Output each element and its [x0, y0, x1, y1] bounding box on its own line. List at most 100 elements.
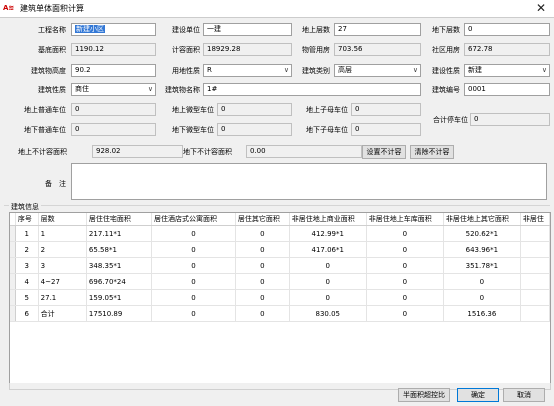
height-label: 建筑物高度 [31, 67, 66, 75]
table-cell[interactable]: 0 [235, 257, 290, 274]
table-cell[interactable]: 417.06*1 [289, 241, 367, 258]
table-cell[interactable]: 696.70*24 [86, 273, 153, 290]
column-header[interactable]: 非居住地上其它面积 [443, 213, 521, 226]
height-input[interactable]: 90.2 [71, 64, 156, 77]
table-cell[interactable]: 0 [366, 225, 444, 242]
table-cell[interactable]: 0 [366, 241, 444, 258]
below-floors-label: 地下层数 [432, 26, 460, 34]
table-row[interactable]: 5 27.1 159.05*1 0 0 0 0 0 [10, 289, 550, 306]
above-normal-park-field: 0 [71, 103, 156, 116]
table-cell[interactable]: 4~27 [38, 273, 87, 290]
column-header[interactable]: 序号 [15, 213, 39, 226]
column-header[interactable]: 居住住宅面积 [86, 213, 153, 226]
building-name-input[interactable]: 1# [203, 83, 421, 96]
table-cell[interactable]: 0 [366, 257, 444, 274]
table-cell[interactable]: 0 [366, 273, 444, 290]
plot-area-field: 18929.28 [203, 43, 292, 56]
building-nature-select[interactable]: 商住 ∨ [71, 83, 156, 96]
table-row[interactable]: 4 4~27 696.70*24 0 0 0 0 0 [10, 273, 550, 290]
table-cell[interactable] [520, 257, 550, 274]
table-cell[interactable]: 0 [151, 289, 236, 306]
table-cell[interactable]: 17510.89 [86, 305, 153, 322]
table-cell[interactable]: 0 [235, 225, 290, 242]
clear-noncount-button[interactable]: 清除不计容 [410, 145, 454, 159]
table-cell[interactable]: 0 [289, 273, 367, 290]
table-cell[interactable]: 6 [15, 305, 39, 322]
table-cell[interactable]: 159.05*1 [86, 289, 153, 306]
building-info-grid[interactable]: 序号 层数 居住住宅面积 居住酒店式公寓面积 居住其它面积 非居住地上商业面积 … [9, 212, 551, 384]
construction-select[interactable]: 新建 ∨ [464, 64, 550, 77]
column-header[interactable]: 居住其它面积 [235, 213, 290, 226]
table-cell[interactable]: 3 [38, 257, 87, 274]
builder-input[interactable]: 一建 [203, 23, 292, 36]
cancel-button[interactable]: 取消 [503, 388, 545, 402]
table-cell[interactable]: 0 [235, 273, 290, 290]
table-cell[interactable]: 1 [38, 225, 87, 242]
community-room-field: 672.78 [464, 43, 550, 56]
table-cell[interactable] [520, 241, 550, 258]
table-cell[interactable]: 217.11*1 [86, 225, 153, 242]
table-row[interactable]: 3 3 348.35*1 0 0 0 0 351.78*1 [10, 257, 550, 274]
table-cell[interactable]: 4 [15, 273, 39, 290]
table-cell[interactable]: 643.96*1 [443, 241, 521, 258]
table-cell[interactable] [520, 273, 550, 290]
table-cell[interactable] [520, 225, 550, 242]
land-use-select[interactable]: R ∨ [203, 64, 292, 77]
table-cell[interactable]: 0 [151, 273, 236, 290]
table-cell[interactable]: 0 [443, 273, 521, 290]
remark-textarea[interactable] [71, 163, 547, 200]
ok-button[interactable]: 确定 [457, 388, 499, 402]
table-cell[interactable]: 27.1 [38, 289, 87, 306]
table-cell[interactable]: 0 [151, 241, 236, 258]
table-cell[interactable]: 0 [151, 225, 236, 242]
table-cell[interactable]: 3 [15, 257, 39, 274]
table-row[interactable]: 1 1 217.11*1 0 0 412.99*1 0 520.62*1 [10, 225, 550, 242]
column-header[interactable]: 非居住 [520, 213, 550, 226]
below-floors-input[interactable]: 0 [464, 23, 550, 36]
column-header[interactable]: 非居住地上车库面积 [366, 213, 444, 226]
table-cell[interactable]: 0 [235, 241, 290, 258]
plot-area-label: 计容面积 [172, 46, 200, 54]
table-cell[interactable]: 2 [38, 241, 87, 258]
table-cell[interactable]: 351.78*1 [443, 257, 521, 274]
table-cell[interactable]: 1 [15, 225, 39, 242]
table-cell[interactable]: 5 [15, 289, 39, 306]
above-floors-input[interactable]: 27 [334, 23, 421, 36]
table-cell[interactable]: 412.99*1 [289, 225, 367, 242]
building-no-label: 建筑编号 [432, 86, 460, 94]
table-cell[interactable]: 0 [366, 305, 444, 322]
table-header-row: 序号 层数 居住住宅面积 居住酒店式公寓面积 居住其它面积 非居住地上商业面积 … [10, 213, 550, 226]
table-cell[interactable]: 1516.36 [443, 305, 521, 322]
table-cell[interactable] [520, 305, 550, 322]
column-header[interactable]: 非居住地上商业面积 [289, 213, 367, 226]
table-cell[interactable]: 0 [235, 289, 290, 306]
project-name-input[interactable]: 新建小区 [71, 23, 156, 36]
table-cell[interactable]: 0 [443, 289, 521, 306]
table-cell[interactable]: 830.05 [289, 305, 367, 322]
table-cell[interactable]: 0 [289, 257, 367, 274]
half-area-ratio-button[interactable]: 半面积超控比 [398, 388, 450, 402]
building-type-select[interactable]: 高层 ∨ [334, 64, 421, 77]
column-header[interactable]: 层数 [38, 213, 87, 226]
column-header[interactable]: 居住酒店式公寓面积 [151, 213, 236, 226]
table-cell[interactable]: 0 [289, 289, 367, 306]
table-cell[interactable]: 0 [366, 289, 444, 306]
table-cell[interactable]: 520.62*1 [443, 225, 521, 242]
table-cell[interactable]: 0 [151, 305, 236, 322]
table-row[interactable]: 2 2 65.58*1 0 0 417.06*1 0 643.96*1 [10, 241, 550, 258]
table-cell[interactable]: 0 [235, 305, 290, 322]
construction-value: 新建 [468, 66, 482, 74]
close-icon[interactable]: ✕ [531, 1, 551, 16]
building-no-input[interactable]: 0001 [464, 83, 550, 96]
table-cell[interactable]: 合计 [38, 305, 87, 322]
table-cell[interactable]: 65.58*1 [86, 241, 153, 258]
property-room-field: 703.56 [334, 43, 421, 56]
above-mini-park-label: 地上微型车位 [172, 106, 214, 114]
project-name-value: 新建小区 [75, 25, 105, 33]
table-cell[interactable] [520, 289, 550, 306]
table-cell[interactable]: 2 [15, 241, 39, 258]
set-noncount-button[interactable]: 设置不计容 [362, 145, 406, 159]
table-row[interactable]: 6 合计 17510.89 0 0 830.05 0 1516.36 [10, 305, 550, 322]
table-cell[interactable]: 348.35*1 [86, 257, 153, 274]
table-cell[interactable]: 0 [151, 257, 236, 274]
